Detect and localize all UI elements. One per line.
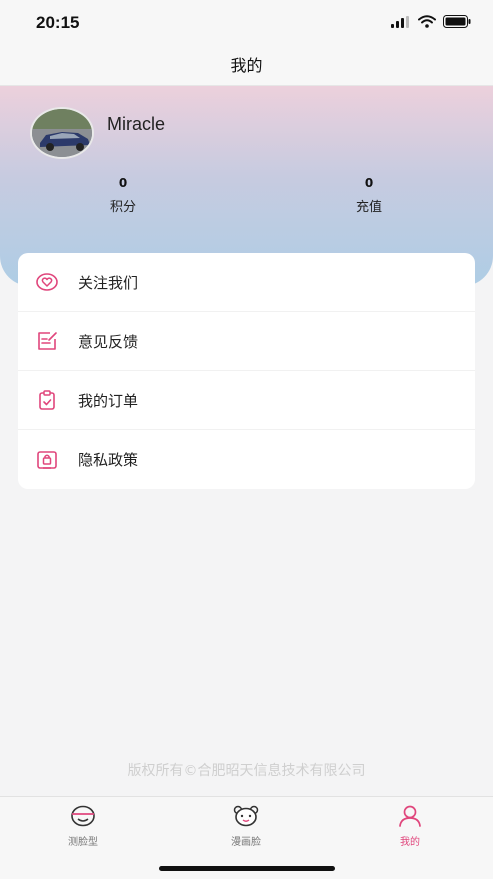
menu-item-privacy-policy[interactable]: 隐私政策 [18, 430, 475, 489]
menu-item-feedback[interactable]: 意见反馈 [18, 312, 475, 371]
home-indicator [159, 866, 335, 871]
points-label: 积分 [109, 200, 136, 215]
heart-badge-icon [36, 271, 58, 293]
feedback-edit-icon [36, 330, 58, 352]
menu-item-my-orders[interactable]: 我的订单 [18, 371, 475, 430]
tab-label: 漫画脸 [231, 837, 261, 848]
points-value: 0 [118, 176, 128, 190]
status-time: 20:15 [36, 13, 80, 32]
menu-card: 关注我们 意见反馈 我的订单 隐私政策 [18, 253, 475, 489]
copyright-text: 版权所有©合肥昭天信息技术有限公司 [127, 763, 366, 779]
status-icons [391, 15, 471, 28]
avatar[interactable] [30, 107, 94, 159]
clipboard-check-icon [36, 389, 58, 411]
tab-mine[interactable]: 我的 [360, 805, 460, 848]
tab-cartoon-face[interactable]: 漫画脸 [196, 805, 296, 848]
menu-item-label: 隐私政策 [78, 451, 139, 469]
tab-label: 测脸型 [68, 837, 98, 848]
points-stat[interactable]: 0 积分 [83, 176, 163, 215]
tab-face-shape[interactable]: 测脸型 [33, 805, 133, 848]
battery-icon [443, 15, 471, 28]
recharge-stat[interactable]: 0 充值 [329, 176, 409, 215]
recharge-label: 充值 [355, 200, 382, 215]
user-icon [360, 805, 460, 827]
navigation-bar: 我的 [0, 48, 493, 86]
menu-item-label: 我的订单 [78, 391, 139, 410]
page-title: 我的 [230, 56, 263, 75]
wifi-icon [418, 15, 436, 28]
recharge-value: 0 [364, 176, 374, 190]
username: Miracle [107, 114, 166, 134]
status-bar: 20:15 [0, 0, 493, 48]
cartoon-bear-icon [196, 805, 296, 827]
menu-item-label: 关注我们 [78, 273, 139, 292]
privacy-lock-icon [36, 449, 58, 471]
menu-item-label: 意见反馈 [78, 332, 139, 351]
face-shape-icon [33, 805, 133, 827]
tab-label: 我的 [400, 837, 420, 848]
signal-icon [391, 15, 409, 28]
menu-item-follow-us[interactable]: 关注我们 [18, 253, 475, 312]
